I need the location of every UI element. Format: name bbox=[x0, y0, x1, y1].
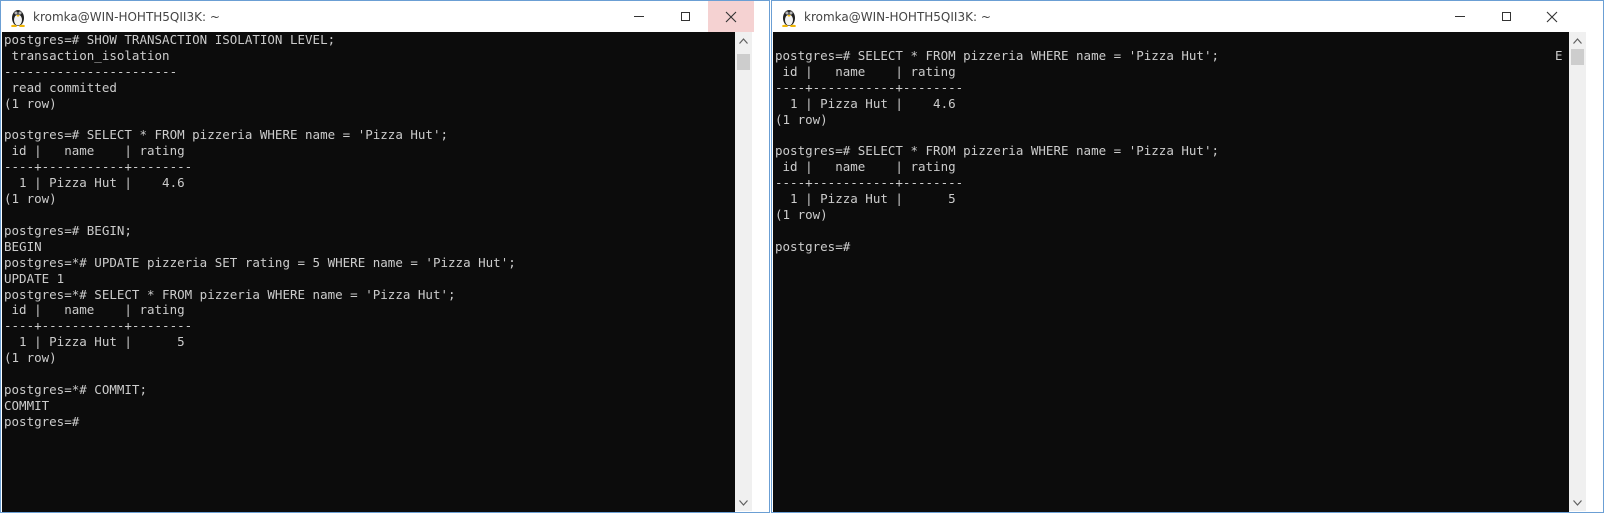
maximize-icon bbox=[1501, 12, 1511, 21]
window-title: kromka@WIN-HOHTH5QII3K: ~ bbox=[33, 10, 220, 24]
console-output[interactable]: postgres=# SHOW TRANSACTION ISOLATION LE… bbox=[2, 32, 735, 512]
overflow-char: E bbox=[1555, 48, 1563, 63]
scroll-thumb[interactable] bbox=[737, 54, 750, 70]
title-bar[interactable]: kromka@WIN-HOHTH5QII3K: ~ bbox=[1, 1, 769, 32]
minimize-button[interactable] bbox=[616, 1, 662, 32]
tux-linux-icon bbox=[9, 7, 27, 28]
close-button[interactable] bbox=[708, 1, 754, 32]
console-text: postgres=# SELECT * FROM pizzeria WHERE … bbox=[775, 47, 1220, 254]
terminal-window-right[interactable]: kromka@WIN-HOHTH5QII3K: ~ postgres=# SEL… bbox=[771, 0, 1604, 513]
chevron-up-icon bbox=[1573, 37, 1582, 44]
scroll-thumb[interactable] bbox=[1571, 49, 1584, 65]
console-output[interactable]: postgres=# SELECT * FROM pizzeria WHERE … bbox=[773, 32, 1569, 512]
vertical-scrollbar[interactable] bbox=[1569, 32, 1586, 511]
chevron-down-icon bbox=[739, 499, 748, 506]
scroll-down-button[interactable] bbox=[735, 494, 752, 511]
window-title: kromka@WIN-HOHTH5QII3K: ~ bbox=[804, 10, 991, 24]
scroll-down-button[interactable] bbox=[1569, 494, 1586, 511]
scroll-up-button[interactable] bbox=[1569, 32, 1586, 49]
chevron-up-icon bbox=[739, 37, 748, 44]
maximize-button[interactable] bbox=[1483, 1, 1529, 32]
close-icon bbox=[1546, 11, 1558, 22]
vertical-scrollbar[interactable] bbox=[735, 32, 752, 511]
console-text: postgres=# SHOW TRANSACTION ISOLATION LE… bbox=[4, 32, 516, 429]
minimize-icon bbox=[1455, 16, 1465, 17]
maximize-icon bbox=[680, 12, 690, 21]
tux-linux-icon bbox=[780, 7, 798, 28]
maximize-button[interactable] bbox=[662, 1, 708, 32]
chevron-down-icon bbox=[1573, 499, 1582, 506]
terminal-window-left[interactable]: kromka@WIN-HOHTH5QII3K: ~ postgres=# SHO… bbox=[0, 0, 770, 513]
close-icon bbox=[725, 11, 737, 22]
title-bar[interactable]: kromka@WIN-HOHTH5QII3K: ~ bbox=[772, 1, 1603, 32]
close-button[interactable] bbox=[1529, 1, 1575, 32]
minimize-button[interactable] bbox=[1437, 1, 1483, 32]
minimize-icon bbox=[634, 16, 644, 17]
scroll-up-button[interactable] bbox=[735, 32, 752, 49]
